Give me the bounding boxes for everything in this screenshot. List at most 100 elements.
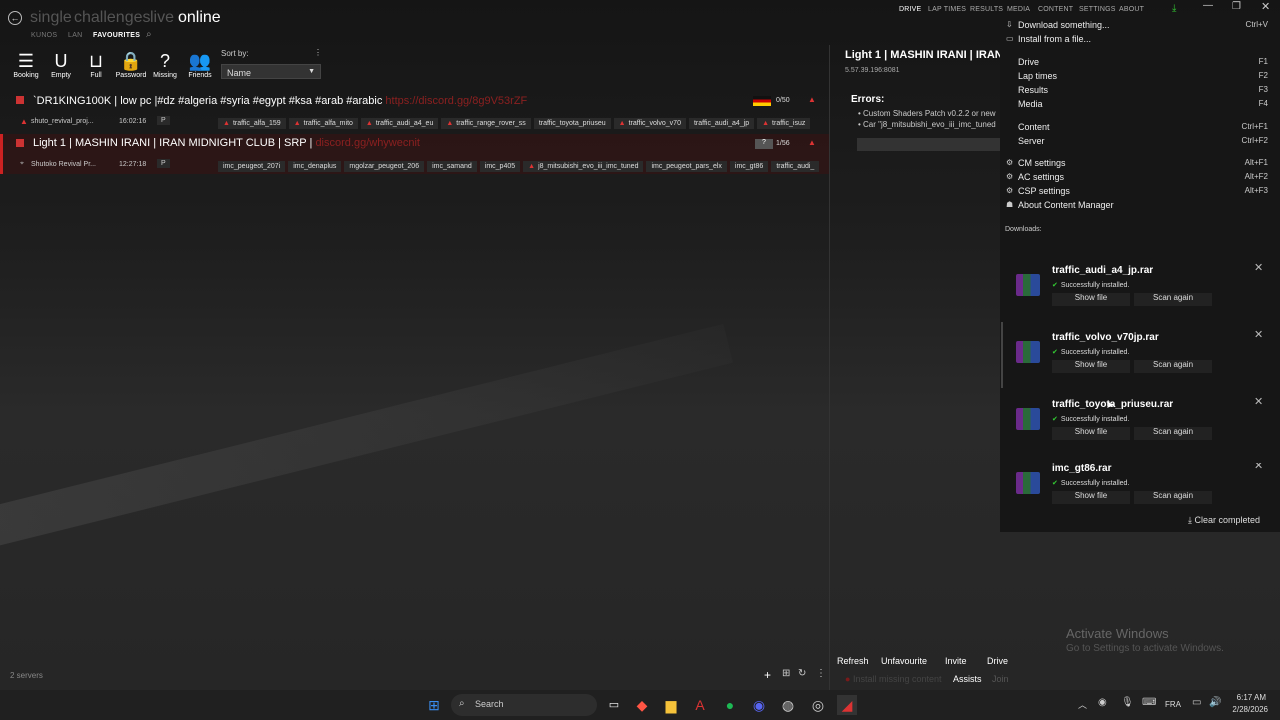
car-tag[interactable]: traffic_alfa_mito — [288, 118, 358, 129]
nav-settings[interactable]: SETTINGS — [1079, 6, 1116, 13]
download-icon[interactable]: ⤓ — [1172, 3, 1176, 14]
more-icon[interactable]: ⋮ — [314, 48, 322, 57]
menu-item-install-file[interactable]: Install from a file... — [1018, 34, 1091, 44]
server-row-selected[interactable]: Light 1 | MASHIN IRANI | IRAN MIDNIGHT C… — [0, 134, 829, 174]
car-tag[interactable]: imc_peugeot_207i — [218, 161, 286, 172]
car-tag[interactable]: traffic_audi_a4_jp — [688, 118, 755, 129]
clock-date[interactable]: 2/28/2026 — [1230, 705, 1268, 714]
menu-item-results[interactable]: Results — [1018, 85, 1048, 95]
speaker-icon[interactable]: 🔊 — [1209, 697, 1221, 708]
clock-time[interactable]: 6:17 AM — [1230, 693, 1266, 702]
refresh-button[interactable]: Refresh — [837, 656, 869, 666]
car-tag[interactable]: traffic_alfa_159 — [218, 118, 286, 129]
nav-lap-times[interactable]: LAP TIMES — [928, 6, 966, 13]
server-link[interactable]: https://discord.gg/8g9V53rZF — [385, 95, 527, 107]
submode-kunos[interactable]: KUNOS — [31, 32, 57, 39]
filter-empty[interactable]: U Empty — [44, 50, 78, 79]
mode-live[interactable]: live — [150, 9, 174, 27]
scan-again-button[interactable]: Scan again — [1134, 427, 1212, 440]
content-manager-icon[interactable]: ◢ — [837, 695, 857, 715]
menu-item-content[interactable]: Content — [1018, 122, 1050, 132]
refresh-icon[interactable]: ↻ — [798, 668, 806, 679]
menu-item-media[interactable]: Media — [1018, 99, 1043, 109]
close-icon[interactable]: ✕ — [1254, 395, 1263, 408]
fix-button[interactable] — [857, 138, 1000, 151]
sort-select[interactable]: Name ▼ — [221, 64, 321, 79]
car-tag[interactable]: traffic_toyota_priuseu — [533, 118, 611, 129]
spotify-icon[interactable]: ● — [720, 695, 740, 715]
car-tag[interactable]: imc_samand — [427, 161, 477, 172]
close-icon[interactable]: ✕ — [1261, 0, 1270, 13]
menu-item-download[interactable]: Download something... — [1018, 20, 1110, 30]
show-file-button[interactable]: Show file — [1052, 293, 1130, 306]
keyboard-icon[interactable]: ⌨ — [1142, 697, 1156, 708]
close-icon[interactable]: ✕ — [1254, 328, 1263, 341]
server-row[interactable]: `DR1KING100K | low pc |#dz #algeria #syr… — [0, 92, 829, 132]
filter-password[interactable]: 🔒 Password — [114, 50, 148, 79]
car-tag[interactable]: traffic_audi_ — [771, 161, 820, 172]
filter-missing[interactable]: ? Missing — [148, 50, 182, 79]
mode-single[interactable]: single — [30, 9, 72, 27]
system-app-icon[interactable]: ◎ — [808, 695, 828, 715]
filter-full[interactable]: ⊔ Full — [79, 50, 113, 79]
unfavourite-button[interactable]: Unfavourite — [881, 656, 927, 666]
car-tag[interactable]: j8_mitsubishi_evo_iii_imc_tuned — [523, 161, 644, 172]
show-file-button[interactable]: Show file — [1052, 491, 1130, 504]
clear-completed-button[interactable]: ⤓ Clear completed — [1188, 515, 1260, 526]
task-view-icon[interactable]: ▭ — [604, 695, 624, 715]
close-icon[interactable]: ✕ — [1254, 261, 1263, 274]
server-link[interactable]: discord.gg/whywecnit — [315, 137, 420, 149]
language-indicator[interactable]: FRA — [1165, 700, 1181, 709]
scan-again-button[interactable]: Scan again — [1134, 360, 1212, 373]
menu-item-server[interactable]: Server — [1018, 136, 1045, 146]
close-icon[interactable]: ✕ — [1254, 463, 1263, 472]
car-tag[interactable]: imc_denaplus — [288, 161, 342, 172]
add-icon[interactable]: + — [764, 668, 771, 682]
filter-booking[interactable]: ☰ Booking — [9, 50, 43, 79]
scan-again-button[interactable]: Scan again — [1134, 293, 1212, 306]
menu-item-about[interactable]: About Content Manager — [1018, 200, 1114, 210]
nav-about[interactable]: ABOUT — [1119, 6, 1144, 13]
drive-button[interactable]: Drive — [987, 656, 1008, 666]
discord-icon[interactable]: ◉ — [749, 695, 769, 715]
minimize-icon[interactable]: — — [1203, 0, 1213, 11]
nav-content[interactable]: CONTENT — [1038, 6, 1073, 13]
car-tag[interactable]: imc_gt86 — [729, 161, 769, 172]
invite-button[interactable]: Invite — [945, 656, 967, 666]
car-tag[interactable]: mgolzar_peugeot_206 — [344, 161, 425, 172]
file-explorer-icon[interactable]: ▆ — [661, 695, 681, 715]
filter-friends[interactable]: 👥 Friends — [183, 50, 217, 79]
submode-lan[interactable]: LAN — [68, 32, 83, 39]
back-icon[interactable]: ← — [8, 11, 22, 25]
car-tag[interactable]: imc_p405 — [479, 161, 521, 172]
car-tag[interactable]: traffic_isuz — [757, 118, 811, 129]
car-tag[interactable]: traffic_range_rover_ss — [441, 118, 531, 129]
assists-button[interactable]: Assists — [953, 674, 982, 684]
menu-item-ac-settings[interactable]: AC settings — [1018, 172, 1064, 182]
monitor-icon[interactable]: ▭ — [1192, 697, 1201, 708]
tray-discord-icon[interactable]: ◉ — [1098, 697, 1107, 708]
car-tag[interactable]: imc_peugeot_pars_elx — [646, 161, 727, 172]
show-file-button[interactable]: Show file — [1052, 360, 1130, 373]
nav-results[interactable]: RESULTS — [970, 6, 1003, 13]
grid-icon[interactable]: ⊞ — [782, 668, 790, 679]
mode-online[interactable]: online — [178, 9, 221, 27]
tray-chevron-icon[interactable]: ︿ — [1078, 698, 1087, 711]
steam-icon[interactable]: ◍ — [778, 695, 798, 715]
search-box[interactable]: ⌕ Search — [451, 694, 597, 716]
windows-start-icon[interactable]: ⊞ — [424, 695, 444, 715]
menu-item-csp-settings[interactable]: CSP settings — [1018, 186, 1070, 196]
submode-favourites[interactable]: FAVOURITES — [93, 32, 140, 39]
menu-item-drive[interactable]: Drive — [1018, 57, 1039, 67]
menu-item-cm-settings[interactable]: CM settings — [1018, 158, 1066, 168]
more-icon[interactable]: ⋮ — [816, 668, 826, 679]
car-tag[interactable]: traffic_volvo_v70 — [613, 118, 686, 129]
nav-drive[interactable]: DRIVE — [899, 6, 921, 13]
show-file-button[interactable]: Show file — [1052, 427, 1130, 440]
nav-media[interactable]: MEDIA — [1007, 6, 1030, 13]
menu-item-lap-times[interactable]: Lap times — [1018, 71, 1057, 81]
car-tag[interactable]: traffic_audi_a4_eu — [360, 118, 439, 129]
mode-challenges[interactable]: challenges — [74, 9, 151, 27]
maximize-icon[interactable]: ❐ — [1232, 1, 1241, 12]
microphone-icon[interactable]: 🎙 — [1121, 697, 1134, 708]
